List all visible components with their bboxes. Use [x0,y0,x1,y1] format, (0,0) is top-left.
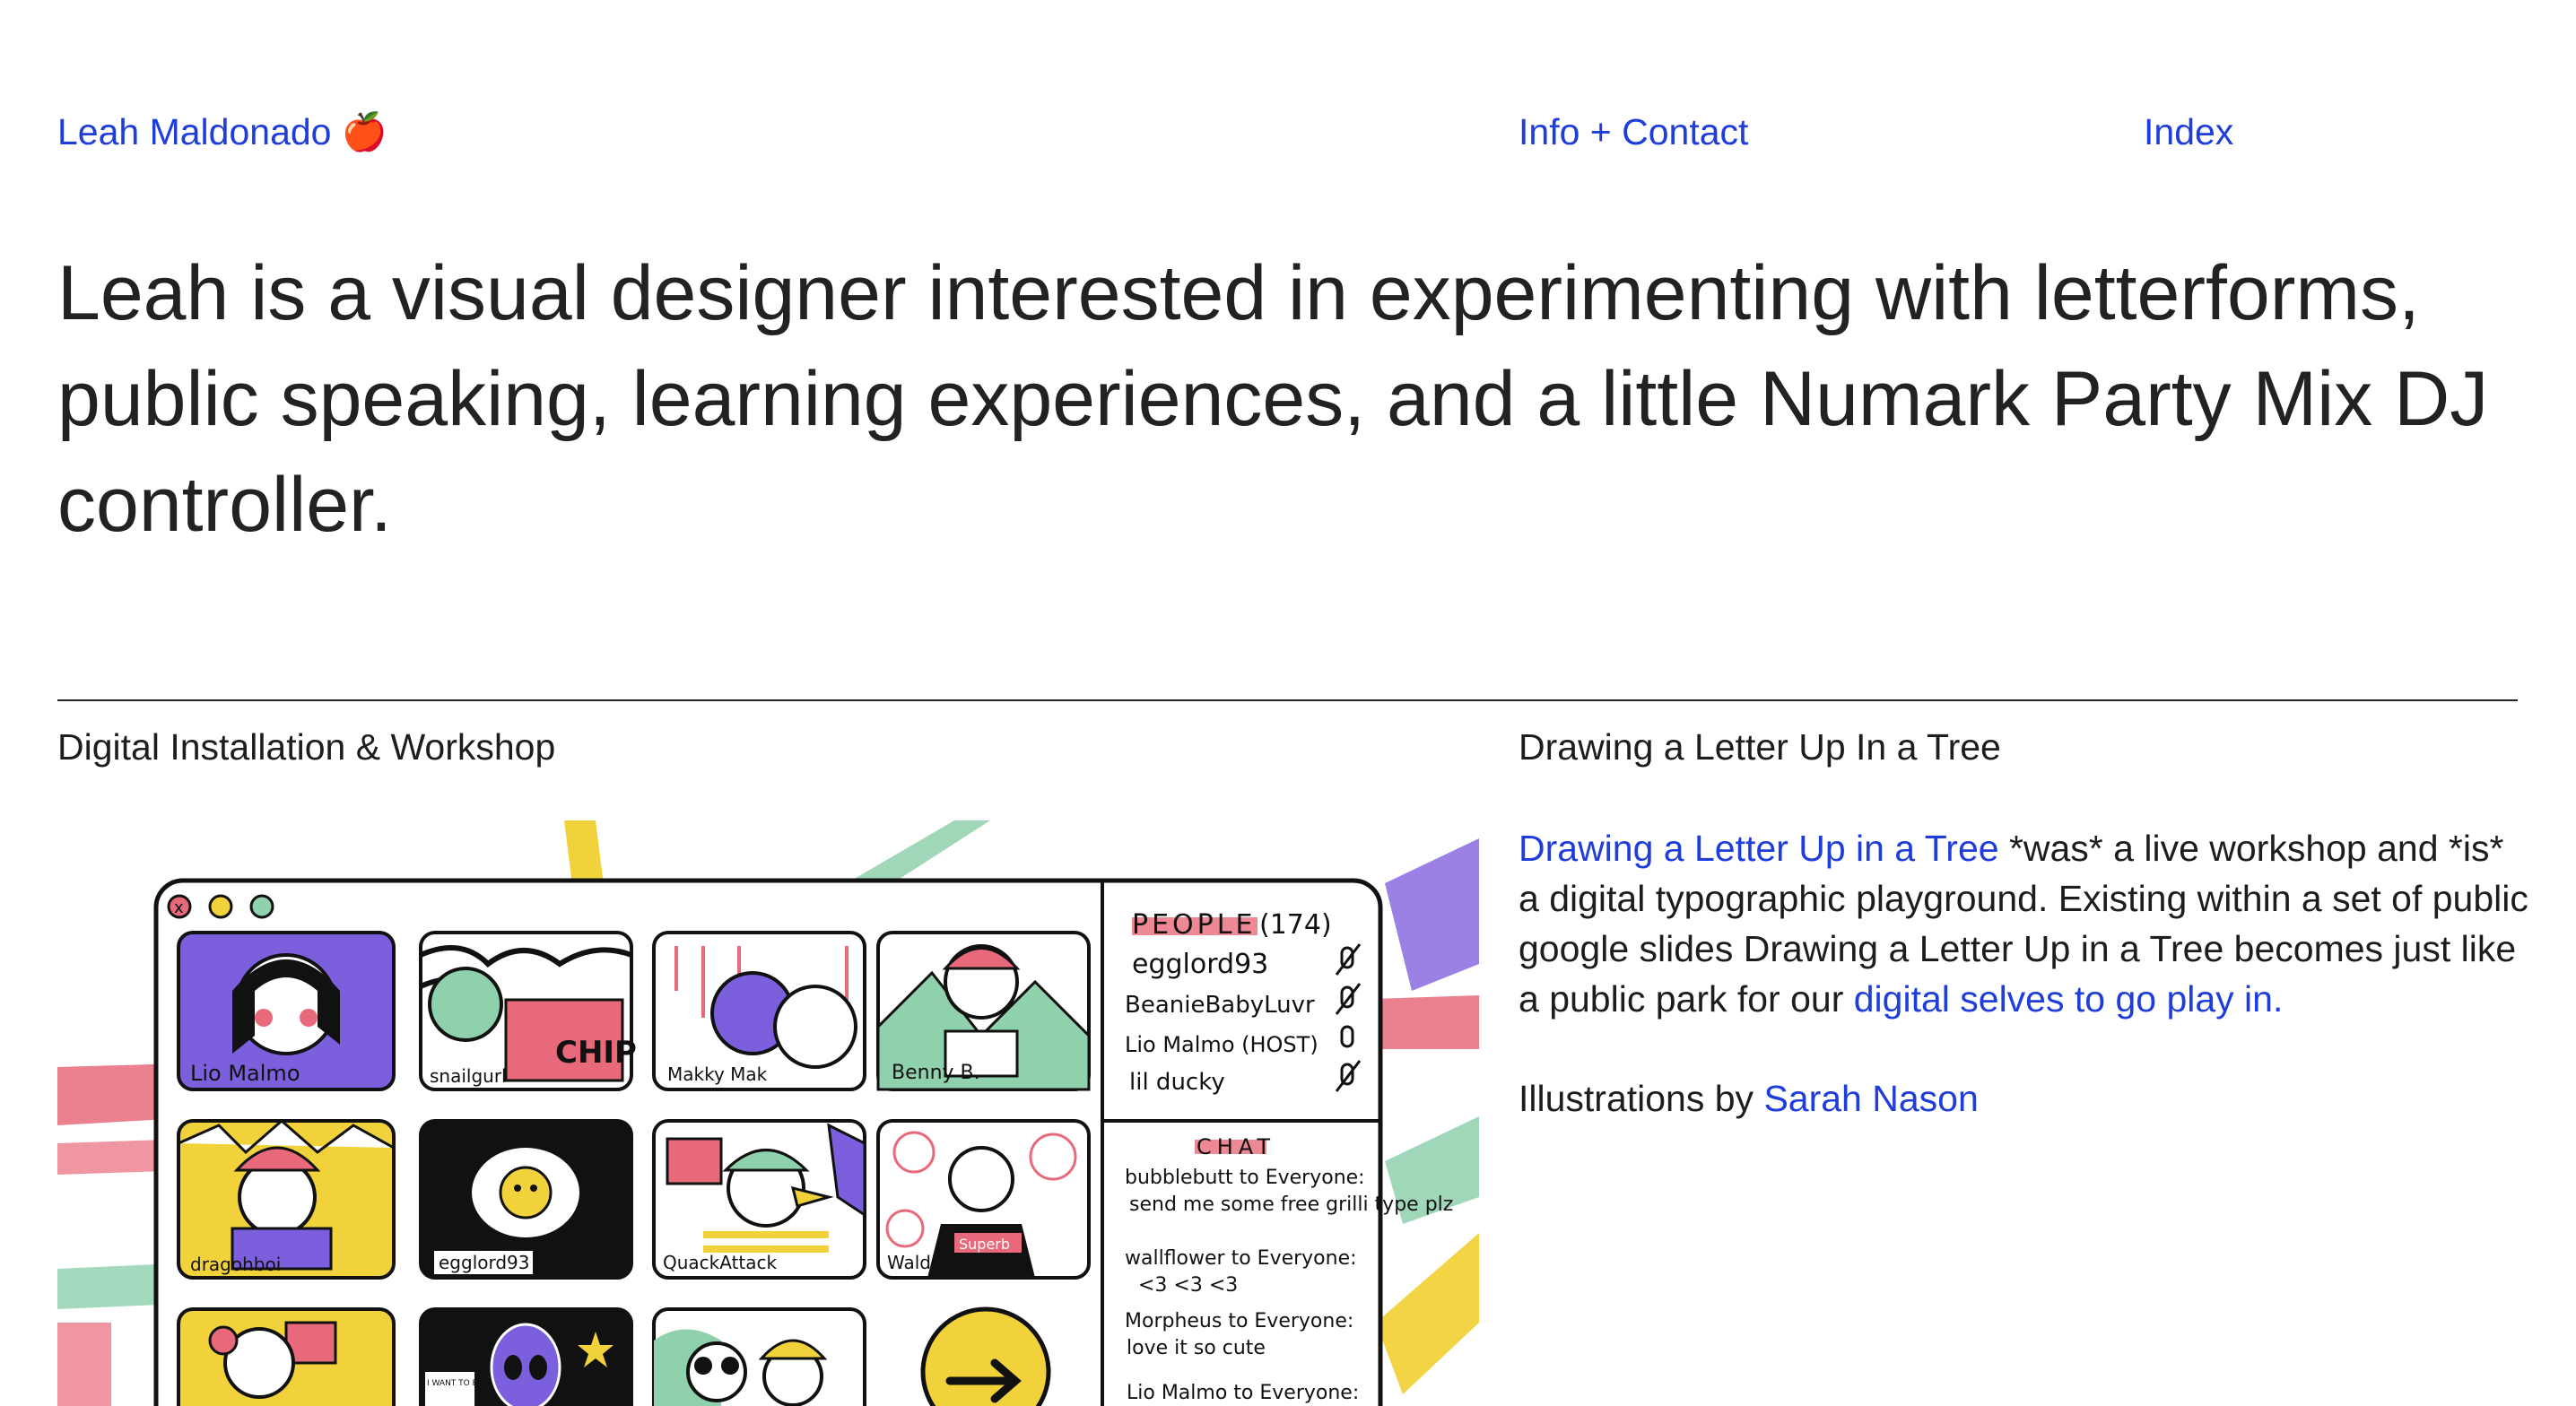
svg-text:x: x [174,898,184,917]
shirt-text: Superb [959,1236,1010,1253]
project-link[interactable]: Drawing a Letter Up in a Tree [1519,828,1999,869]
home-link[interactable]: Leah Maldonado 🍎 [57,106,387,158]
chat-message: <3 <3 <3 [1138,1274,1238,1297]
participant-tile [652,1307,866,1406]
section-divider [57,699,2518,701]
project-type: Digital Installation & Workshop [57,726,556,768]
participant-name: Waldorf [887,1252,956,1273]
info-contact-link[interactable]: Info + Contact [1519,106,1748,158]
participant-name: QuackAttack [663,1252,778,1273]
participant-name: Benny B. [892,1062,980,1084]
participant-tile: QuackAttack [652,1119,866,1280]
participant-name: snailgurl [430,1065,507,1087]
participant-name: egglord93 [439,1252,530,1273]
chat-sender: bubblebutt to Everyone: [1125,1167,1365,1189]
intro-statement: Leah is a visual designer interested in … [57,250,2489,548]
people-count: (174) [1259,909,1332,941]
chat-sender: Morpheus to Everyone: [1125,1310,1353,1332]
credit-prefix: Illustrations by [1519,1078,1764,1119]
participant-tile: Benny B. [876,931,1091,1091]
minimize-icon [208,894,233,919]
chat-title: CHAT [1197,1134,1275,1159]
index-link[interactable]: Index [2144,106,2233,158]
participant-tile: CHIP snailgurl [419,931,637,1091]
chat-sender: wallflower to Everyone: [1125,1247,1357,1270]
chip-bag-text: CHIP [555,1035,637,1071]
participant-tile: Superb Waldorf [876,1119,1091,1280]
participant-name: Lio Malmo [190,1061,300,1086]
illustrator-link[interactable]: Sarah Nason [1763,1078,1978,1119]
person-name: egglord93 [1132,949,1268,980]
participant-tile: Lio Malmo [177,931,396,1091]
participant-tile: egglord93 [419,1119,633,1280]
person-name: lil ducky [1129,1069,1225,1096]
project-title: Drawing a Letter Up In a Tree [1519,726,2001,768]
project-description: Drawing a Letter Up in a Tree *was* a li… [1519,823,2532,1024]
participant-tile: I WANT TO BELIEVE [419,1307,633,1406]
person-name: Lio Malmo (HOST) [1125,1032,1318,1057]
person-name: BeanieBabyLuvr [1125,992,1315,1019]
digital-selves-link[interactable]: digital selves to go play in. [1854,978,2284,1020]
chat-message: love it so cute [1127,1337,1266,1359]
illustration-credit: Illustrations by Sarah Nason [1519,1072,1979,1124]
participant-name: dragohboi [190,1254,281,1275]
people-title: PEOPLE [1132,909,1256,941]
project-illustration[interactable]: x Lio Malmo CHIP snailgurl Makky Mak Ben… [57,820,1479,1406]
participant-tile [177,1307,396,1406]
chat-sender: Lio Malmo to Everyone: [1127,1382,1359,1404]
participant-name: Makky Mak [667,1063,768,1085]
participant-tile: dragohboi [177,1119,396,1280]
maximize-icon [249,894,274,919]
chat-message: send me some free grilli type plz [1129,1193,1453,1216]
participant-tile: Makky Mak [652,931,866,1091]
